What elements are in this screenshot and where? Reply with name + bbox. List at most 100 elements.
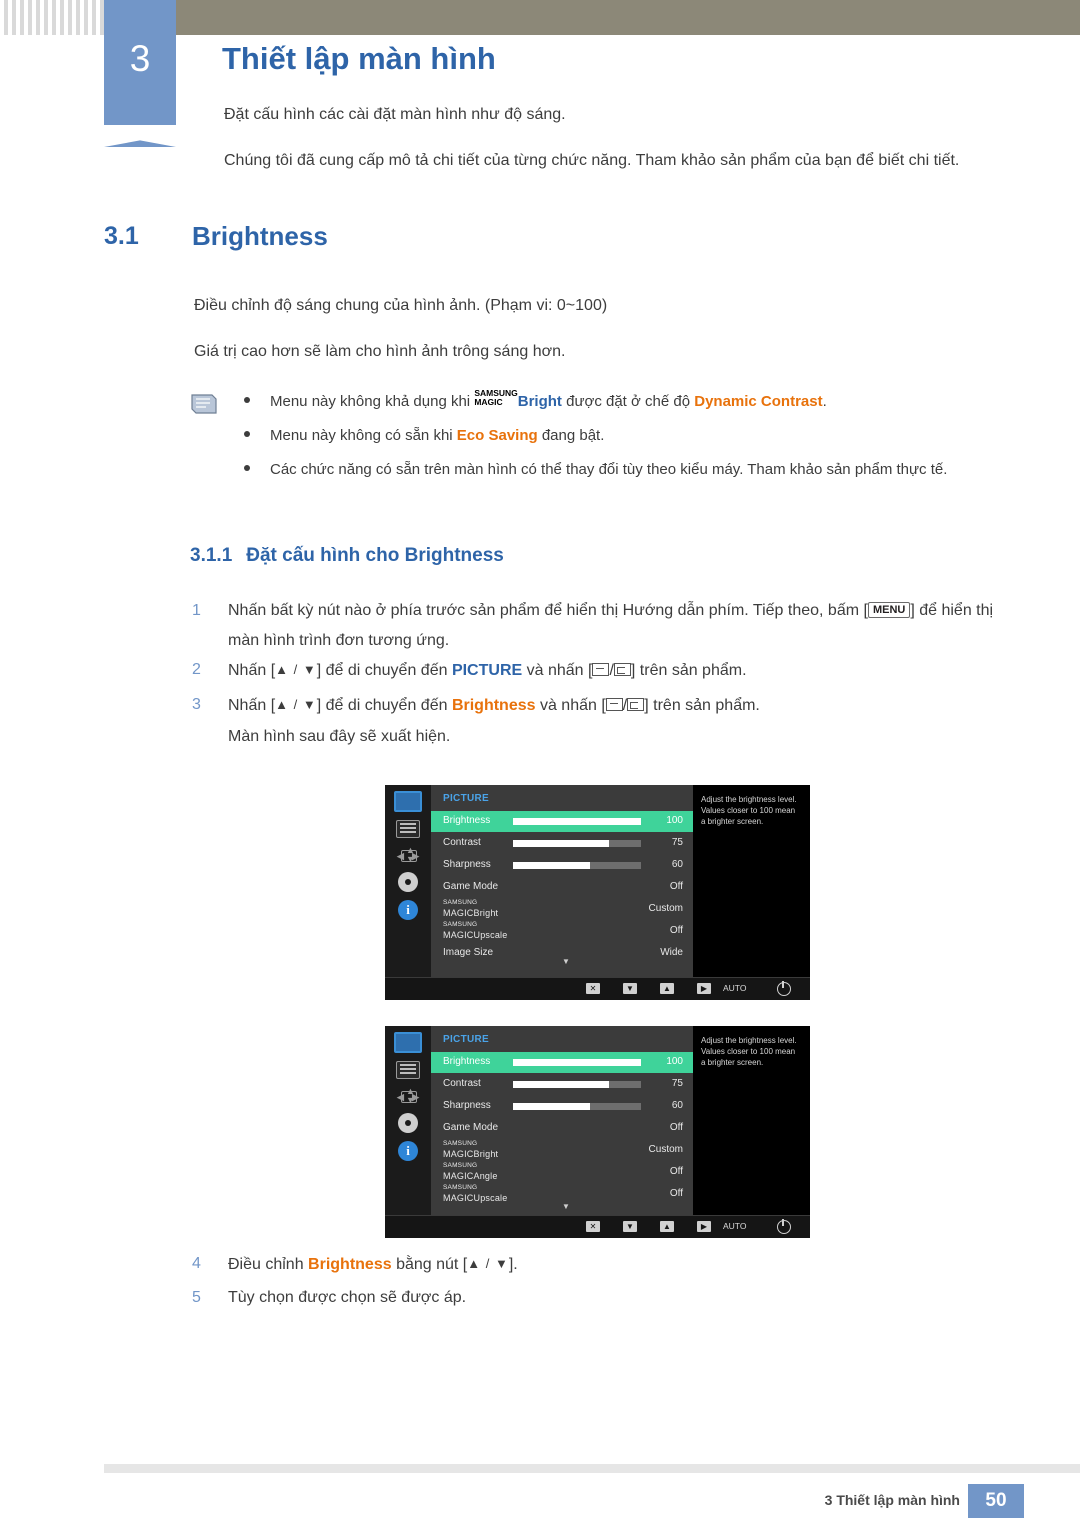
osd-row-value: Off [669, 925, 683, 936]
step-5: 5 Tùy chọn được chọn sẽ được áp. [192, 1283, 1018, 1313]
osd-row-sharpness[interactable]: Sharpness 60 [431, 1096, 693, 1117]
header-subtitle-2: Chúng tôi đã cung cấp mô tả chi tiết của… [224, 152, 960, 169]
step-3-number: 3 [192, 696, 201, 713]
osd-button-bar: ✕ ▼ ▲ ▶ AUTO [385, 977, 810, 1000]
osd-help-panel: Adjust the brightness level. Values clos… [693, 785, 810, 1000]
osd-row-label: Contrast [443, 837, 481, 848]
step-2-text-a: Nhấn [ [228, 662, 276, 679]
auto-button-label[interactable]: AUTO [723, 983, 746, 993]
osd-value-bar [513, 1103, 641, 1110]
osd-row-magicupscale[interactable]: SAMSUNG MAGICUpscale Off [431, 921, 693, 942]
osd-row-label: Sharpness [443, 1100, 491, 1111]
osd-row-label: Game Mode [443, 881, 499, 892]
note-text-e: . [822, 393, 827, 410]
step-3: 3 Nhấn [▲ / ▼] để di chuyển đến Brightne… [192, 690, 1018, 721]
osd-row-magicangle[interactable]: SAMSUNG MAGICAngle Off [431, 1162, 693, 1183]
enter-button[interactable]: ▶ [697, 983, 711, 994]
osd-row-contrast[interactable]: Contrast 75 [431, 1074, 693, 1095]
osd-row-label: Game Mode [443, 1122, 499, 1133]
down-button[interactable]: ▼ [623, 1221, 637, 1232]
note-list: Menu này không khả dụng khi SAMSUNG MAGIC… [238, 389, 1028, 492]
osd-row-magicbright[interactable]: SAMSUNG MAGICBright Custom [431, 1140, 693, 1161]
osd-row-value: Off [669, 1188, 683, 1199]
step-1-text-a: Nhấn bất kỳ nút nào ở phía trước sản phẩ… [228, 602, 868, 619]
enter-key-icon [605, 698, 623, 711]
power-icon[interactable] [777, 1219, 791, 1234]
osd-row-magicbright[interactable]: SAMSUNG MAGICBright Custom [431, 899, 693, 920]
magic-bottom-label: MAGICUpscale [443, 930, 508, 940]
osd-row-value: Off [669, 881, 683, 892]
bullet-icon [244, 465, 250, 471]
magic-bottom-label: MAGICBright [443, 908, 499, 918]
setup-gear-icon [398, 872, 418, 892]
up-button[interactable]: ▲ [660, 983, 674, 994]
osd-row-sharpness[interactable]: Sharpness 60 [431, 855, 693, 876]
section-paragraph-1: Điều chỉnh độ sáng chung của hình ảnh. (… [194, 297, 608, 314]
exit-button[interactable]: ✕ [586, 1221, 600, 1232]
osd-row-label: Brightness [443, 815, 491, 826]
osd-value-bar [513, 1081, 641, 1088]
osd-row-brightness[interactable]: Brightness 100 [431, 811, 693, 832]
down-button[interactable]: ▼ [623, 983, 637, 994]
step-3-extra: Màn hình sau đây sẽ xuất hiện. [228, 728, 451, 745]
osd-row-label: Sharpness [443, 859, 491, 870]
power-icon[interactable] [777, 981, 791, 996]
note-text-dynamic-contrast: Dynamic Contrast [694, 393, 823, 410]
up-button[interactable]: ▲ [660, 1221, 674, 1232]
magic-logo: SAMSUNG MAGIC [474, 389, 517, 407]
exit-button[interactable]: ✕ [586, 983, 600, 994]
bullet-icon [244, 397, 250, 403]
osd-row-game-mode[interactable]: Game Mode Off [431, 1118, 693, 1139]
step-4-number: 4 [192, 1255, 201, 1272]
magic-top: SAMSUNG [443, 921, 478, 928]
step-3-target: Brightness [451, 697, 536, 714]
picture-icon [394, 791, 422, 812]
step-5-text: Tùy chọn được chọn sẽ được áp. [228, 1289, 467, 1306]
osd-row-label: SAMSUNG MAGICUpscale [443, 1183, 507, 1203]
osd-row-contrast[interactable]: Contrast 75 [431, 833, 693, 854]
scroll-down-icon[interactable]: ▼ [562, 957, 570, 966]
osd-icon-rail: ▲ ▼ ◀ ▶ i [385, 785, 431, 1000]
return-key-icon [627, 698, 645, 711]
header-bar-decoration [176, 0, 1080, 35]
step-3-text-b: ] để di chuyển đến [316, 697, 452, 714]
osd-screenshot-1: ▲ ▼ ◀ ▶ i PICTURE Brightness 100 Contrast 7… [385, 785, 810, 1000]
step-4: 4 Điều chỉnh Brightness bằng nút [▲ / ▼]… [192, 1249, 1018, 1280]
osd-help-text: Adjust the brightness level. Values clos… [701, 1036, 797, 1067]
osd-row-brightness[interactable]: Brightness 100 [431, 1052, 693, 1073]
osd-icon-rail: ▲ ▼ ◀ ▶ i [385, 1026, 431, 1238]
osd-row-value: Custom [648, 1144, 683, 1155]
step-4-target: Brightness [308, 1256, 392, 1273]
note-text: Các chức năng có sẵn trên màn hình có th… [270, 461, 948, 478]
osd-help-text: Adjust the brightness level. Values clos… [701, 795, 797, 826]
magic-bottom-label: MAGICBright [443, 1149, 499, 1159]
footer-rule [104, 1464, 1080, 1473]
osd-value-bar [513, 862, 641, 869]
information-icon: i [398, 1141, 418, 1161]
enter-button[interactable]: ▶ [697, 1221, 711, 1232]
step-4-text-b: bằng nút [ [391, 1256, 468, 1273]
osd-row-value: 75 [671, 837, 683, 848]
osd-row-value: Wide [660, 947, 683, 958]
osd-row-game-mode[interactable]: Game Mode Off [431, 877, 693, 898]
step-2-text-c: và nhấn [ [522, 662, 593, 679]
section-paragraph-2: Giá trị cao hơn sẽ làm cho hình ảnh trôn… [194, 343, 566, 360]
section-number: 3.1 [104, 222, 139, 250]
osd-help-panel: Adjust the brightness level. Values clos… [693, 1026, 810, 1238]
osd-row-label: Contrast [443, 1078, 481, 1089]
system-icon: ▲ ▼ ◀ ▶ [397, 845, 419, 864]
auto-button-label[interactable]: AUTO [723, 1221, 746, 1231]
step-3-text-d: ] trên sản phẩm. [644, 697, 760, 714]
section-title: Brightness [192, 221, 328, 251]
magic-top: SAMSUNG [443, 1162, 478, 1169]
page-title: Thiết lập màn hình [222, 41, 496, 76]
scroll-down-icon[interactable]: ▼ [562, 1202, 570, 1211]
magic-bottom: MAGIC [474, 397, 503, 407]
osd-value-bar [513, 1059, 641, 1066]
step-1: 1 Nhấn bất kỳ nút nào ở phía trước sản p… [192, 596, 1018, 656]
note-item: Menu này không khả dụng khi SAMSUNG MAGIC… [238, 389, 1028, 413]
osd-row-value: 100 [666, 1056, 683, 1067]
step-4-text-a: Điều chỉnh [228, 1256, 309, 1273]
osd-row-label: Image Size [443, 947, 494, 958]
osd-row-value: Off [669, 1166, 683, 1177]
